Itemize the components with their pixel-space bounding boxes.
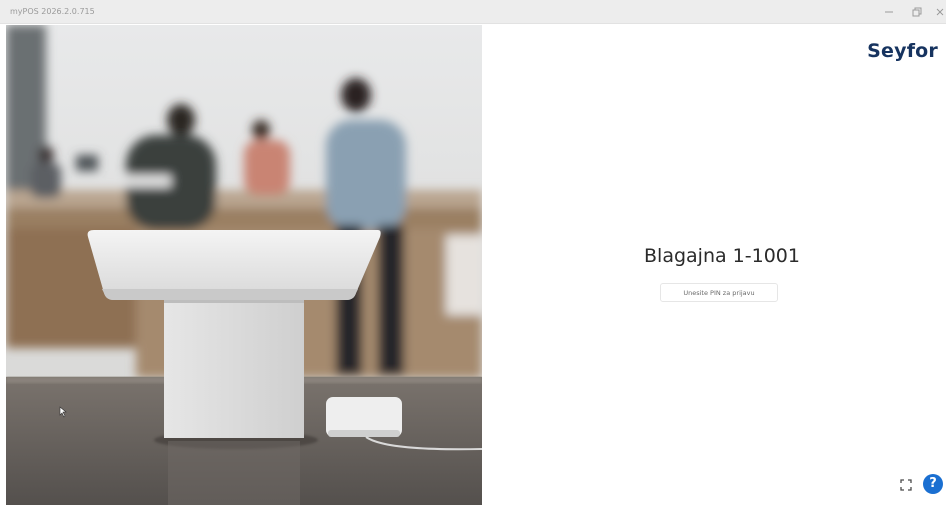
title-bar: myPOS 2026.2.0.715 (0, 0, 946, 24)
help-button[interactable]: ? (923, 474, 943, 494)
app-window: myPOS 2026.2.0.715 Seyfor Blagajna 1-100… (0, 0, 946, 505)
fullscreen-icon[interactable] (898, 477, 914, 493)
close-icon[interactable] (935, 4, 946, 20)
seyfor-logo: Seyfor (867, 40, 938, 62)
maximize-icon[interactable] (909, 4, 927, 20)
minimize-icon[interactable] (880, 4, 898, 20)
register-title: Blagajna 1-1001 (644, 245, 800, 267)
pin-input[interactable] (660, 283, 778, 302)
pos-terminal-photo (6, 25, 482, 505)
window-title: myPOS 2026.2.0.715 (10, 7, 95, 16)
